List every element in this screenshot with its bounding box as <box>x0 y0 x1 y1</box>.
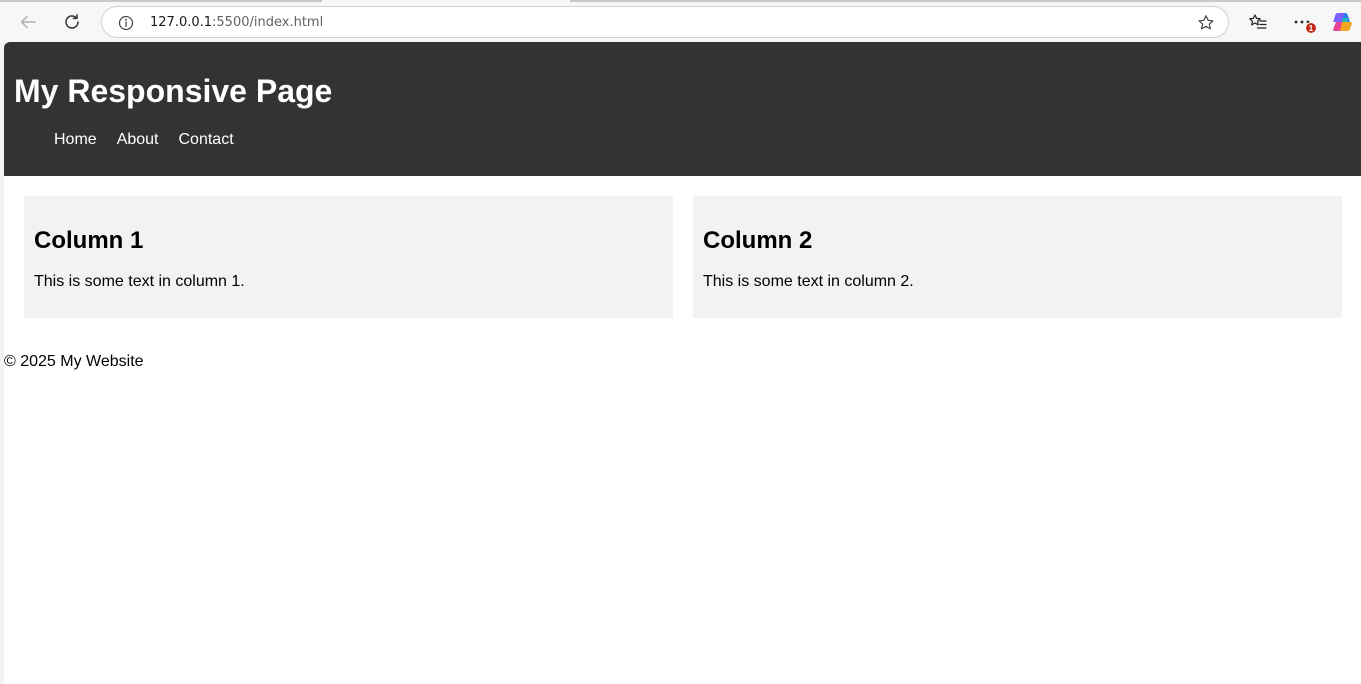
page-viewport: My Responsive Page Home About Contact Co… <box>4 42 1361 684</box>
info-icon[interactable] <box>116 13 136 33</box>
tab-strip-edge <box>570 0 1361 2</box>
column-text: This is some text in column 1. <box>34 273 245 290</box>
url-text[interactable]: 127.0.0.1:5500/index.html <box>150 15 323 30</box>
back-button[interactable] <box>14 8 42 36</box>
column-1: Column 1 This is some text in column 1. <box>24 196 673 318</box>
favorites-icon <box>1248 13 1268 31</box>
column-text: This is some text in column 2. <box>703 273 914 290</box>
favorites-button[interactable] <box>1244 8 1272 36</box>
column-heading: Column 2 <box>703 227 813 254</box>
nav-link-contact[interactable]: Contact <box>179 131 234 149</box>
nav-link-home[interactable]: Home <box>54 131 97 149</box>
reload-button[interactable] <box>58 8 86 36</box>
tab-strip-edge <box>0 0 322 2</box>
back-arrow-icon <box>19 13 37 31</box>
notification-badge: 1 <box>1305 22 1317 34</box>
site-nav: Home About Contact <box>54 131 234 149</box>
address-bar[interactable]: 127.0.0.1:5500/index.html <box>101 6 1229 38</box>
reload-icon <box>63 13 81 31</box>
column-heading: Column 1 <box>34 227 144 254</box>
more-button[interactable]: 1 <box>1288 8 1317 36</box>
nav-link-about[interactable]: About <box>117 131 159 149</box>
site-header: My Responsive Page Home About Contact <box>4 42 1361 176</box>
copilot-icon <box>1331 10 1355 34</box>
star-icon[interactable] <box>1196 13 1216 33</box>
column-2: Column 2 This is some text in column 2. <box>693 196 1342 318</box>
page-title: My Responsive Page <box>14 73 333 109</box>
url-path: :5500/index.html <box>212 15 324 30</box>
site-footer: © 2025 My Website <box>4 353 144 370</box>
copilot-button[interactable] <box>1329 8 1357 36</box>
browser-toolbar: 127.0.0.1:5500/index.html 1 <box>0 0 1361 42</box>
url-host: 127.0.0.1 <box>150 15 213 30</box>
